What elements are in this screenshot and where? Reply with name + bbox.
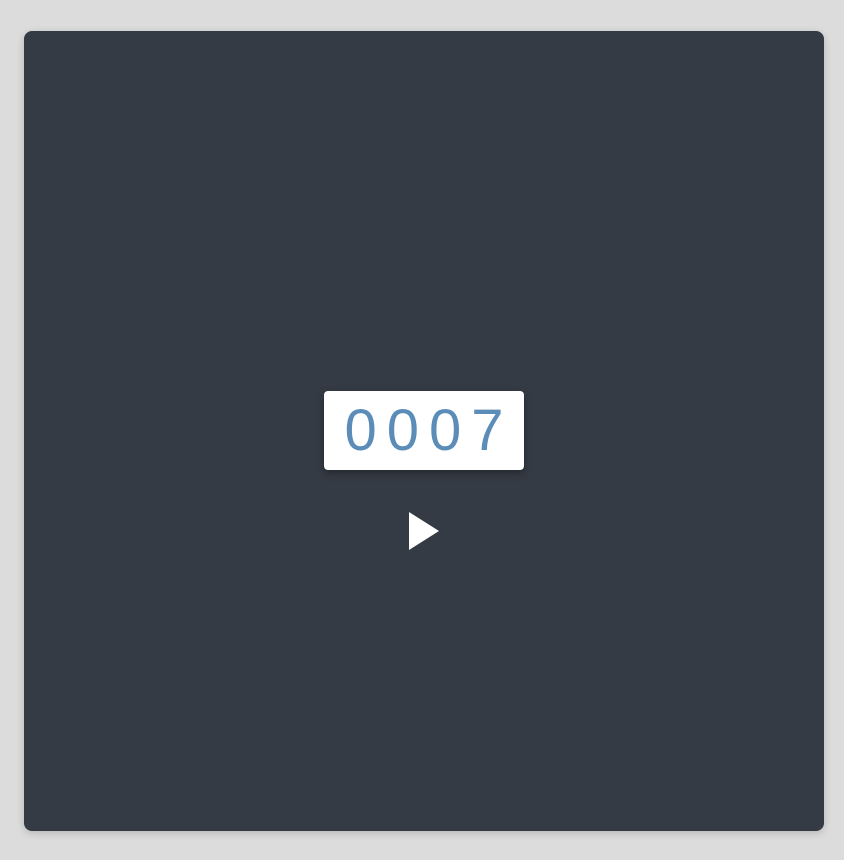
play-button[interactable] bbox=[402, 505, 446, 557]
play-icon bbox=[409, 512, 439, 550]
counter-value: 0007 bbox=[344, 397, 514, 463]
counter-display: 0007 bbox=[324, 391, 524, 470]
